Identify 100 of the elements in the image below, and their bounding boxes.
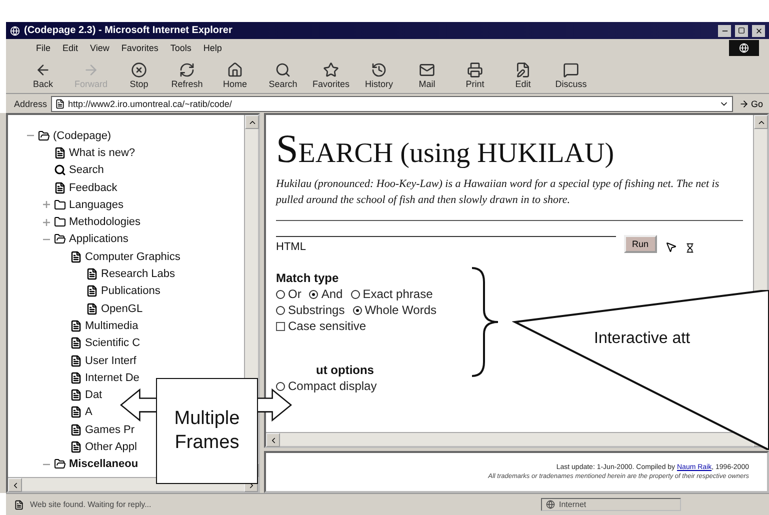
refresh-icon (179, 62, 195, 78)
toolbar-button[interactable]: Stop (116, 58, 162, 92)
star-icon (323, 62, 339, 78)
go-button[interactable]: Go (736, 98, 765, 108)
radio-option[interactable]: Whole Words (352, 303, 437, 317)
printer-icon (467, 62, 483, 78)
tree-item[interactable]: Miscellaneou (69, 458, 138, 470)
folder-icon (38, 130, 50, 142)
stop-icon (131, 62, 147, 78)
toolbar-button[interactable]: Mail (404, 58, 450, 92)
toolbar-button[interactable]: Refresh (164, 58, 210, 92)
tree-item[interactable]: User Interf (85, 354, 136, 366)
page-icon (70, 320, 82, 332)
radio-option[interactable]: Compact display (276, 379, 377, 393)
tree-item[interactable]: Search (69, 164, 104, 176)
zone-indicator: Internet (541, 498, 681, 511)
throbber-icon (729, 40, 759, 56)
toolbar-button[interactable]: Print (452, 58, 498, 92)
search-icon (54, 164, 66, 176)
tree-item[interactable]: OpenGL (101, 302, 143, 315)
run-button[interactable]: Run (624, 235, 657, 253)
menu-item[interactable]: File (36, 43, 51, 53)
page-icon (70, 440, 82, 453)
toolbar-button[interactable]: Back (20, 58, 66, 92)
intro-paragraph: Hukilau (pronounced: Hoo-Key-Law) is a Hawaiian word for a special type of fishing net. The net is pulled around the school of fish and then slowly drawn in to shore. (276, 177, 720, 208)
tree-item[interactable]: Publications (101, 285, 160, 298)
toolbar-button[interactable]: History (356, 58, 402, 92)
tree-item[interactable]: Dat (85, 389, 102, 402)
toolbar-button[interactable]: Favorites (308, 58, 354, 92)
menu-item[interactable]: Edit (62, 43, 78, 53)
section-heading: Match type (276, 271, 340, 285)
page-icon (86, 302, 98, 315)
radio-option[interactable]: And (309, 287, 343, 301)
page-icon (70, 372, 82, 384)
chat-icon (563, 62, 579, 78)
tree-item[interactable]: Applications (69, 233, 128, 246)
tree-item[interactable]: Computer Graphics (85, 250, 180, 263)
home-icon (227, 62, 243, 78)
tree-item[interactable]: Games Pr (85, 424, 135, 436)
page-icon (54, 182, 66, 194)
folder-icon (54, 216, 66, 228)
page-icon (70, 406, 82, 418)
hourglass-icon (684, 243, 695, 253)
window-title: (Codepage 2.3) - Microsoft Internet Explorer (24, 25, 234, 36)
close-icon (754, 26, 762, 34)
maximize-button[interactable] (735, 24, 748, 36)
tree-item[interactable]: A (85, 406, 92, 418)
tree-item[interactable]: Languages (69, 198, 124, 211)
arrow-right-icon (738, 98, 749, 108)
page-icon (70, 424, 82, 436)
page-icon (70, 389, 82, 402)
folder-icon (54, 458, 66, 470)
search-icon (275, 62, 291, 78)
expand-icon[interactable] (43, 218, 50, 226)
page-heading: SEARCH (using HUKILAU) (276, 125, 616, 172)
expand-icon[interactable] (43, 201, 50, 208)
case-checkbox[interactable]: Case sensitive (276, 319, 366, 333)
callout-text: Interactive att (594, 330, 690, 348)
toolbar-button[interactable]: Discuss (548, 58, 594, 92)
page-icon (86, 268, 98, 280)
callout-tooltip: Multiple Frames (156, 378, 258, 484)
section-heading: ut options (316, 363, 375, 377)
address-label: Address (14, 98, 48, 108)
page-icon (14, 500, 24, 510)
menu-item[interactable]: Help (203, 43, 222, 53)
arrow-right-icon (83, 62, 99, 78)
search-field[interactable]: HTML (276, 236, 616, 253)
page-icon (86, 285, 98, 298)
tree-item[interactable]: What is new? (69, 146, 136, 159)
radio-option[interactable]: Substrings (276, 303, 345, 317)
browser-icon (10, 26, 20, 36)
edit-icon (515, 62, 531, 78)
clock-icon (371, 62, 387, 78)
minimize-button[interactable] (718, 24, 731, 36)
address-field[interactable]: http://www2.iro.umontreal.ca/~ratib/code/ (51, 96, 733, 112)
tree-item[interactable]: Feedback (69, 182, 118, 194)
radio-option[interactable]: Or (276, 287, 302, 301)
menu-item[interactable]: Favorites (121, 43, 158, 53)
toolbar-button[interactable]: Search (260, 58, 306, 92)
close-button[interactable] (752, 24, 765, 36)
radio-option[interactable]: Exact phrase (350, 287, 433, 301)
menu-item[interactable]: View (90, 43, 110, 53)
tree-item[interactable]: Internet De (85, 372, 140, 384)
tree-item[interactable]: Methodologies (69, 216, 141, 228)
page-icon (70, 337, 82, 350)
toolbar-button[interactable]: Home (212, 58, 258, 92)
menu-item[interactable]: Tools (170, 43, 192, 53)
cursor-icon (664, 241, 677, 253)
page-icon (54, 146, 66, 159)
tree-item[interactable]: Multimedia (85, 320, 138, 332)
tree-item[interactable]: Scientific C (85, 337, 140, 350)
page-icon (70, 354, 82, 366)
page-icon (55, 98, 66, 108)
mail-icon (419, 62, 435, 78)
tree-item[interactable]: Research Labs (101, 268, 175, 280)
maximize-icon (738, 27, 745, 34)
toolbar-button[interactable]: Edit (500, 58, 546, 92)
tree-item[interactable]: (Codepage) (53, 130, 112, 142)
folder-icon (54, 198, 66, 211)
tree-item[interactable]: Other Appl (85, 440, 137, 453)
